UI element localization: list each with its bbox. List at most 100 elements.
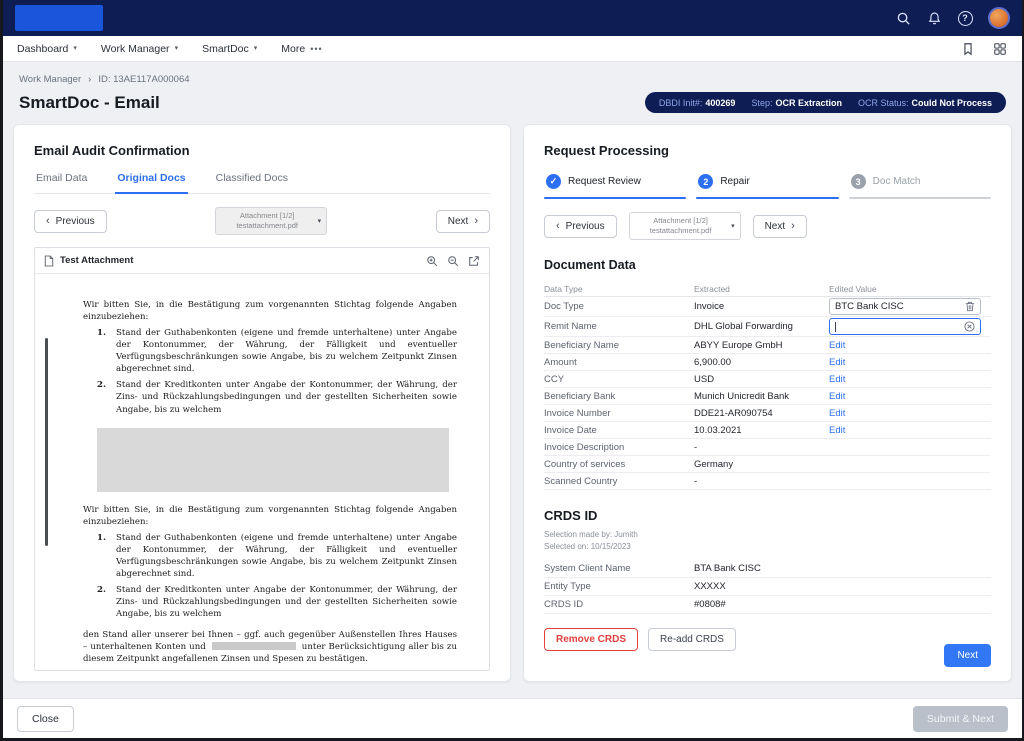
row-value: XXXXX [694, 581, 726, 593]
crds-row-system-client-name: System Client Name BTA Bank CISC [544, 560, 991, 579]
edit-link[interactable]: Edit [829, 357, 845, 368]
tab-classified-docs[interactable]: Classified Docs [214, 172, 290, 193]
menu-item-more[interactable]: More ••• [281, 43, 322, 55]
crds-table: System Client Name BTA Bank CISC Entity … [544, 560, 991, 615]
zoom-in-icon[interactable] [426, 255, 438, 267]
edit-link[interactable]: Edit [829, 408, 845, 419]
step-repair[interactable]: 2 Repair [696, 174, 839, 199]
pdf-page: Wir bitten Sie, in die Bestätigung zum v… [35, 274, 489, 670]
open-external-icon[interactable] [468, 255, 480, 267]
attachment-title: Test Attachment [60, 255, 134, 267]
check-icon: ✓ [546, 174, 561, 189]
doc-list-text: Stand der Guthabenkonten (eigene und fre… [116, 328, 457, 375]
step-doc-match[interactable]: 3 Doc Match [848, 174, 991, 199]
breadcrumb-work-manager[interactable]: Work Manager [19, 74, 81, 85]
readd-crds-button[interactable]: Re-add CRDS [648, 628, 736, 652]
chevron-left-icon: ‹ [46, 214, 50, 227]
attachment-dropdown[interactable]: Attachment [1/2] testattachment.pdf ▾ [215, 207, 328, 236]
edit-link[interactable]: Edit [829, 425, 845, 436]
attachment-filename: testattachment.pdf [236, 221, 299, 231]
row-value: Munich Unicredit Bank [694, 390, 790, 402]
crds-row-crds-id: CRDS ID #0808# [544, 596, 991, 615]
attachment-index: Attachment [1/2] [239, 211, 295, 220]
clear-icon[interactable] [964, 321, 975, 332]
previous-attachment-button[interactable]: ‹ Previous [544, 214, 617, 238]
next-attachment-button[interactable]: Next › [435, 209, 490, 233]
breadcrumb-separator-icon: › [88, 74, 92, 85]
notifications-bell-icon[interactable] [926, 10, 942, 26]
pill-label: Step: [751, 97, 773, 108]
doc-list-number: 1. [97, 532, 106, 543]
crds-selection-by: Selection made by: Jumith [544, 530, 638, 540]
menu-item-work-manager[interactable]: Work Manager ▾ [101, 43, 178, 55]
help-mark: ? [957, 10, 973, 26]
app-logo[interactable] [15, 5, 103, 31]
column-data-type: Data Type [544, 284, 583, 295]
search-icon[interactable] [895, 10, 911, 26]
row-label: Invoice Number [544, 407, 611, 419]
bookmark-icon[interactable] [960, 41, 976, 57]
tab-email-data[interactable]: Email Data [34, 172, 89, 193]
next-step-button[interactable]: Next [944, 644, 991, 667]
row-value: DDE21-AR090754 [694, 407, 773, 419]
doc-list-number: 2. [97, 380, 106, 391]
edit-link[interactable]: Edit [829, 391, 845, 402]
doc-type-edited-input[interactable]: BTC Bank CISC [829, 298, 981, 316]
page-title: SmartDoc - Email [19, 92, 160, 112]
row-label: System Client Name [544, 563, 631, 575]
user-avatar[interactable] [988, 7, 1010, 29]
next-attachment-button[interactable]: Next › [752, 214, 807, 238]
pdf-viewer: Test Attachment Wir bitten Sie, in die B… [34, 247, 490, 672]
doc-paragraph: Wir bitten Sie, in die Bestätigung zum v… [83, 504, 457, 527]
column-extracted: Extracted [694, 284, 730, 295]
previous-label: Previous [565, 220, 605, 232]
row-label: Entity Type [544, 581, 591, 593]
help-icon[interactable]: ? [957, 10, 973, 26]
zoom-out-icon[interactable] [447, 255, 459, 267]
previous-attachment-button[interactable]: ‹ Previous [34, 209, 107, 233]
row-value: 6,900.00 [694, 356, 731, 368]
delete-icon[interactable] [965, 301, 975, 312]
edit-link[interactable]: Edit [829, 340, 845, 351]
table-row-amount: Amount 6,900.00 Edit [544, 354, 991, 372]
remove-crds-button[interactable]: Remove CRDS [544, 628, 639, 652]
column-edited-value: Edited Value [829, 284, 877, 295]
tab-original-docs[interactable]: Original Docs [115, 172, 188, 194]
request-processing-panel: Request Processing ✓ Request Review 2 Re… [523, 124, 1012, 682]
menu-item-smartdoc[interactable]: SmartDoc ▾ [202, 43, 257, 55]
remit-name-edited-input[interactable] [829, 318, 981, 336]
submit-next-button[interactable]: Submit & Next [912, 705, 1008, 732]
menu-label: SmartDoc [202, 42, 249, 55]
row-label: Remit Name [544, 321, 597, 333]
pill-step: Step: OCR Extraction [751, 98, 842, 108]
crds-selected-on: Selected on: 10/15/2023 [544, 542, 631, 552]
row-label: Scanned Country [544, 475, 618, 487]
step-request-review[interactable]: ✓ Request Review [544, 174, 687, 199]
status-pill: DBDI Init#: 400269 Step: OCR Extraction OC… [644, 92, 1006, 113]
doc-paragraph: den Stand aller unserer bei Ihnen – ggf.… [83, 629, 457, 665]
pill-dbdi: DBDI Init#: 400269 [659, 98, 736, 108]
menu-item-dashboard[interactable]: Dashboard ▾ [17, 43, 77, 55]
redacted-text [211, 642, 296, 651]
table-row-scanned-country: Scanned Country - [544, 473, 991, 491]
viewer-scrollbar[interactable] [45, 338, 48, 547]
edit-link[interactable]: Edit [829, 374, 845, 385]
doc-paragraph: Wir bitten Sie, in die Bestätigung zum v… [83, 300, 457, 323]
step-label: Doc Match [872, 176, 921, 187]
attachment-dropdown[interactable]: Attachment [1/2] testattachment.pdf ▾ [628, 212, 741, 241]
next-label: Next [447, 215, 469, 227]
doc-list-item: 2. Stand der Kreditkonten unter Angabe d… [97, 584, 457, 620]
doc-list-item: 1. Stand der Guthabenkonten (eigene und … [97, 532, 457, 580]
step-2-badge: 2 [698, 174, 714, 189]
pill-value: OCR Extraction [775, 97, 842, 108]
request-processing-title: Request Processing [544, 143, 669, 158]
pill-label: DBDI Init#: [658, 97, 703, 108]
pill-value: 400269 [705, 97, 736, 108]
apps-grid-icon[interactable] [992, 41, 1008, 57]
doc-list-text: Stand der Kreditkonten unter Angabe der … [116, 380, 457, 415]
table-row-country-of-services: Country of services Germany [544, 456, 991, 474]
table-row-invoice-description: Invoice Description - [544, 439, 991, 457]
row-label: CCY [544, 373, 565, 385]
close-button[interactable]: Close [17, 705, 74, 732]
table-row-invoice-date: Invoice Date 10.03.2021 Edit [544, 422, 991, 440]
